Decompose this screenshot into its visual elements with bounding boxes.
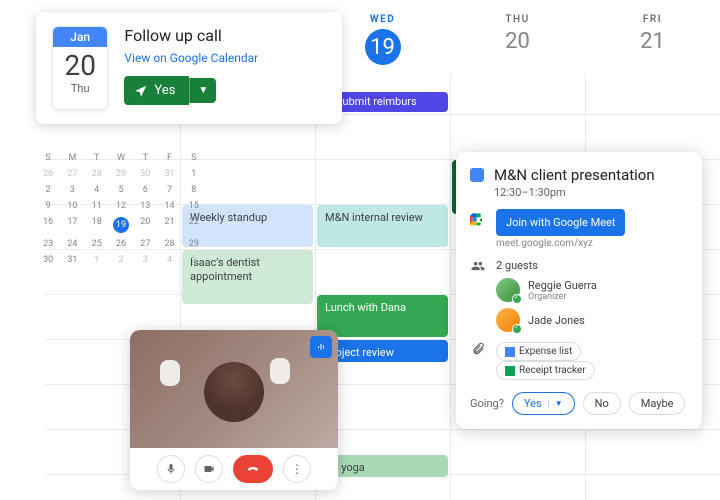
event-time: 12:30–1:30pm bbox=[494, 186, 688, 199]
rsvp-yes-button[interactable]: Yes bbox=[124, 76, 189, 105]
mini-calendar-day[interactable]: 13 bbox=[133, 198, 157, 214]
sheet-icon bbox=[505, 366, 515, 376]
going-label: Going? bbox=[470, 397, 504, 410]
mini-calendar-day[interactable]: 27 bbox=[133, 236, 157, 252]
mini-calendar-day[interactable]: 3 bbox=[133, 252, 157, 268]
mini-calendar-day[interactable]: 15 bbox=[182, 198, 206, 214]
event-title: M&N client presentation bbox=[494, 166, 655, 184]
mini-calendar-day[interactable]: 7 bbox=[157, 182, 181, 198]
mini-calendar-day[interactable]: 19 bbox=[109, 214, 133, 236]
mini-calendar-day[interactable]: 8 bbox=[182, 182, 206, 198]
avatar bbox=[496, 308, 520, 332]
mini-calendar-day[interactable]: 14 bbox=[157, 198, 181, 214]
mini-calendar-day[interactable]: 26 bbox=[36, 166, 60, 182]
mini-calendar-day[interactable]: 30 bbox=[36, 252, 60, 268]
mini-calendar-day[interactable]: 4 bbox=[157, 252, 181, 268]
end-call-button[interactable] bbox=[233, 455, 273, 483]
mini-calendar-day[interactable]: 2 bbox=[36, 182, 60, 198]
event-color-swatch bbox=[470, 168, 484, 182]
mini-calendar-day[interactable]: 2 bbox=[109, 252, 133, 268]
mini-calendar-day[interactable]: 20 bbox=[133, 214, 157, 236]
mini-calendar-day[interactable]: 30 bbox=[133, 166, 157, 182]
mini-calendar-day[interactable]: 31 bbox=[157, 166, 181, 182]
rsvp-dropdown-button[interactable]: ▼ bbox=[189, 78, 216, 103]
mute-button[interactable] bbox=[157, 455, 185, 483]
chevron-down-icon[interactable]: ▼ bbox=[548, 399, 563, 408]
mini-calendar-day[interactable]: 4 bbox=[85, 182, 109, 198]
attachment-receipt-tracker[interactable]: Receipt tracker bbox=[496, 361, 595, 380]
date-tile-month: Jan bbox=[53, 27, 107, 47]
mini-calendar-day[interactable]: 5 bbox=[109, 182, 133, 198]
going-maybe-button[interactable]: Maybe bbox=[629, 392, 686, 415]
mini-calendar-day[interactable]: 21 bbox=[157, 214, 181, 236]
mini-calendar-day[interactable]: 26 bbox=[109, 236, 133, 252]
mini-calendar-day[interactable]: 9 bbox=[36, 198, 60, 214]
mini-calendar-day[interactable]: 1 bbox=[85, 252, 109, 268]
mini-calendar-day[interactable]: 29 bbox=[182, 236, 206, 252]
mini-calendar[interactable]: SMTWTFS 26272829303112345678910111213141… bbox=[36, 150, 206, 268]
mini-calendar-day[interactable]: 17 bbox=[60, 214, 84, 236]
mini-calendar-day[interactable]: 11 bbox=[85, 198, 109, 214]
audio-indicator-icon bbox=[310, 336, 332, 358]
mini-calendar-day[interactable]: 1 bbox=[182, 166, 206, 182]
guest-reggie[interactable]: Reggie GuerraOrganizer bbox=[496, 278, 688, 302]
followup-title: Follow up call bbox=[124, 26, 326, 45]
day-header-fri[interactable]: FRI 21 bbox=[585, 14, 720, 74]
mini-calendar-day[interactable]: 18 bbox=[85, 214, 109, 236]
mini-calendar-day[interactable]: 28 bbox=[157, 236, 181, 252]
mini-calendar-day[interactable]: 29 bbox=[109, 166, 133, 182]
people-icon bbox=[470, 259, 486, 276]
day-header-thu[interactable]: THU 20 bbox=[450, 14, 585, 74]
video-call-card: ⋮ bbox=[130, 330, 338, 490]
doc-icon bbox=[505, 347, 515, 357]
date-tile-day: 20 bbox=[53, 49, 107, 82]
mini-calendar-day[interactable]: 24 bbox=[60, 236, 84, 252]
mini-calendar-day[interactable]: 3 bbox=[60, 182, 84, 198]
mini-calendar-day[interactable]: 12 bbox=[109, 198, 133, 214]
guest-jade[interactable]: Jade Jones bbox=[496, 308, 688, 332]
google-meet-icon bbox=[470, 213, 486, 227]
date-tile-dow: Thu bbox=[53, 82, 107, 95]
view-calendar-link[interactable]: View on Google Calendar bbox=[124, 51, 258, 65]
mini-calendar-day[interactable]: 16 bbox=[36, 214, 60, 236]
mini-calendar-dow: SMTWTFS bbox=[36, 150, 206, 166]
attachment-icon bbox=[470, 342, 486, 359]
mini-calendar-day[interactable]: 28 bbox=[85, 166, 109, 182]
camera-button[interactable] bbox=[195, 455, 223, 483]
join-meet-button[interactable]: Join with Google Meet bbox=[496, 209, 625, 236]
mini-calendar-day[interactable]: 31 bbox=[60, 252, 84, 268]
followup-card: Jan 20 Thu Follow up call View on Google… bbox=[36, 12, 342, 124]
video-feed bbox=[130, 330, 338, 448]
date-tile: Jan 20 Thu bbox=[52, 26, 108, 110]
guest-count: 2 guests bbox=[496, 259, 688, 272]
attachment-expense-list[interactable]: Expense list bbox=[496, 342, 581, 361]
mini-calendar-day[interactable]: 6 bbox=[133, 182, 157, 198]
more-options-button[interactable]: ⋮ bbox=[283, 455, 311, 483]
mini-calendar-day[interactable]: 25 bbox=[85, 236, 109, 252]
location-arrow-icon bbox=[134, 84, 148, 98]
mini-calendar-day[interactable]: 5 bbox=[182, 252, 206, 268]
avatar bbox=[496, 278, 520, 302]
event-detail-card: M&N client presentation 12:30–1:30pm Joi… bbox=[456, 152, 702, 429]
meet-url: meet.google.com/xyz bbox=[496, 238, 688, 249]
video-controls: ⋮ bbox=[130, 448, 338, 490]
going-no-button[interactable]: No bbox=[583, 392, 621, 415]
mini-calendar-day[interactable]: 10 bbox=[60, 198, 84, 214]
going-yes-button[interactable]: Yes▼ bbox=[512, 392, 575, 415]
mini-calendar-day[interactable]: 22 bbox=[182, 214, 206, 236]
mini-calendar-day[interactable]: 27 bbox=[60, 166, 84, 182]
mini-calendar-day[interactable]: 23 bbox=[36, 236, 60, 252]
event-mn-internal[interactable]: M&N internal review bbox=[317, 205, 448, 247]
